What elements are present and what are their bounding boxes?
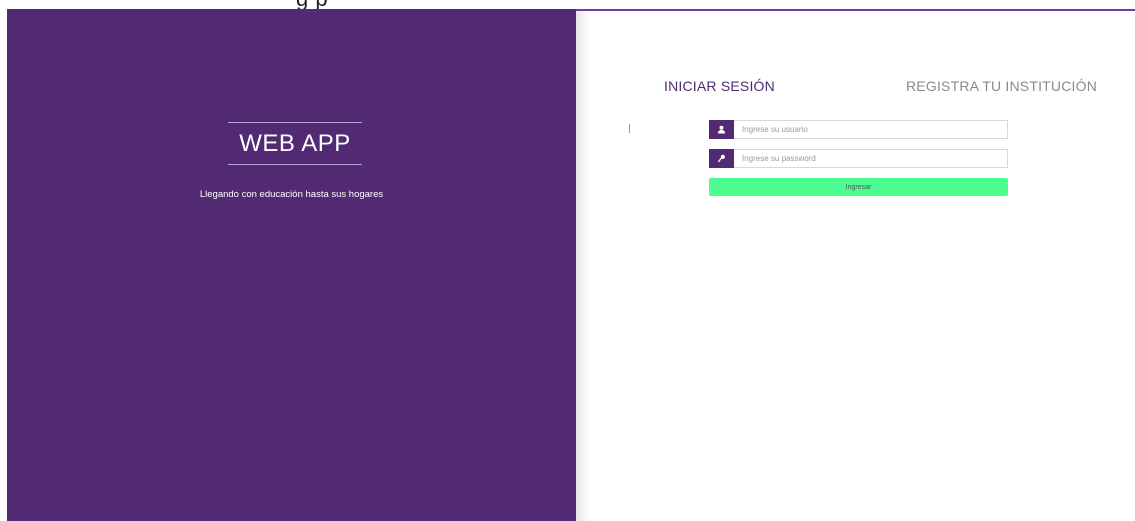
key-icon bbox=[709, 149, 734, 168]
text-cursor-mark bbox=[629, 124, 630, 133]
login-panel: INICIAR SESIÓN REGISTRA TU INSTITUCIÓN I… bbox=[576, 11, 1135, 521]
brand-block: WEB APP bbox=[228, 122, 362, 165]
tab-register-institution[interactable]: REGISTRA TU INSTITUCIÓN bbox=[906, 78, 1097, 94]
password-group bbox=[709, 149, 1008, 168]
brand-tagline: Llegando con educación hasta sus hogares bbox=[199, 189, 384, 200]
brand-panel: WEB APP Llegando con educación hasta sus… bbox=[7, 9, 576, 521]
user-icon bbox=[709, 120, 734, 139]
login-submit-button[interactable]: Ingresar bbox=[709, 178, 1008, 196]
tab-login[interactable]: INICIAR SESIÓN bbox=[664, 78, 775, 94]
brand-bottom-divider bbox=[228, 164, 362, 165]
password-input[interactable] bbox=[734, 150, 1007, 167]
username-input[interactable] bbox=[734, 121, 1007, 138]
login-screen: g p WEB APP Llegando con educación hasta… bbox=[0, 0, 1135, 521]
brand-title: WEB APP bbox=[239, 130, 351, 157]
username-group bbox=[709, 120, 1008, 139]
